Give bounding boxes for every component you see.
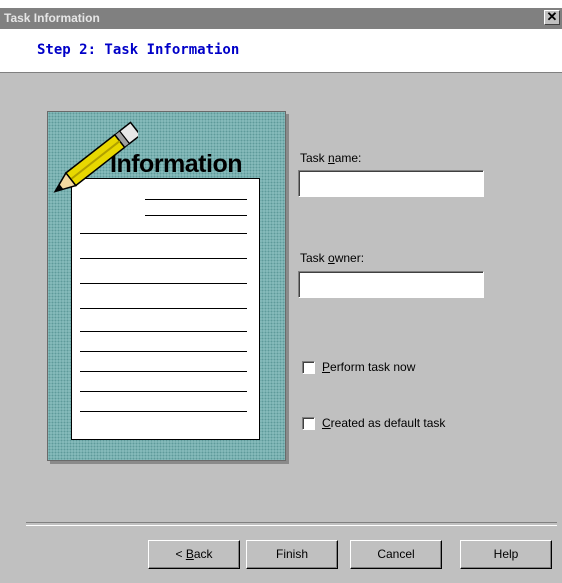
paper-line — [80, 411, 247, 412]
perform-task-now-label[interactable]: Perform task now — [322, 360, 415, 374]
paper-line — [145, 199, 247, 200]
close-button[interactable]: ✕ — [544, 9, 560, 25]
task-information-dialog: Task Information ✕ Step 2: Task Informat… — [0, 8, 562, 583]
created-as-default-task-checkbox[interactable] — [302, 417, 315, 430]
help-button[interactable]: Help — [460, 540, 552, 569]
task-name-input[interactable] — [298, 170, 484, 197]
task-name-label: Task name: — [300, 151, 362, 165]
window-title: Task Information — [4, 11, 100, 25]
step-title: Step 2: Task Information — [37, 42, 240, 58]
finish-button[interactable]: Finish — [246, 540, 338, 569]
paper-line — [145, 215, 247, 216]
paper-line — [80, 391, 247, 392]
created-as-default-task-label[interactable]: Created as default task — [322, 416, 445, 430]
paper-line — [80, 308, 247, 309]
task-owner-input[interactable] — [298, 271, 484, 298]
pencil-icon — [53, 121, 138, 193]
paper-line — [80, 351, 247, 352]
paper-line — [80, 258, 247, 259]
footer-divider — [26, 522, 557, 526]
paper-line — [80, 283, 247, 284]
task-owner-label: Task owner: — [300, 251, 365, 265]
wizard-header: Step 2: Task Information — [0, 29, 562, 72]
header-divider — [0, 72, 562, 73]
paper-line — [80, 233, 247, 234]
paper-line — [80, 331, 247, 332]
cancel-button[interactable]: Cancel — [350, 540, 442, 569]
close-icon: ✕ — [546, 9, 558, 24]
paper-line — [80, 371, 247, 372]
title-bar[interactable]: Task Information ✕ — [0, 8, 562, 29]
information-illustration: Information — [47, 111, 286, 461]
perform-task-now-checkbox[interactable] — [302, 361, 315, 374]
back-button[interactable]: < Back — [148, 540, 240, 569]
